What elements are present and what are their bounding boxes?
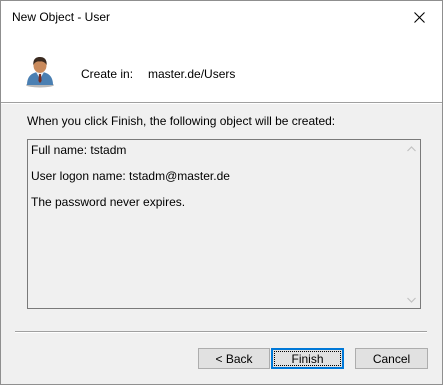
create-in-label: Create in: bbox=[81, 67, 134, 81]
summary-full-name: Full name: tstadm bbox=[31, 143, 127, 157]
create-in-path: master.de/Users bbox=[148, 67, 236, 81]
finish-button[interactable]: Finish bbox=[271, 348, 344, 369]
summary-textbox[interactable]: Full name: tstadm User logon name: tstad… bbox=[27, 139, 421, 309]
dialog-header: Create in: master.de/Users bbox=[1, 34, 442, 102]
scroll-up-button[interactable] bbox=[403, 140, 420, 157]
close-button[interactable] bbox=[397, 1, 442, 34]
chevron-up-icon bbox=[407, 145, 416, 151]
close-icon bbox=[414, 12, 425, 23]
chevron-down-icon bbox=[407, 297, 416, 303]
summary-logon-name: User logon name: tstadm@master.de bbox=[31, 169, 230, 183]
title-bar[interactable]: New Object - User bbox=[1, 1, 442, 34]
finish-button-label: Finish bbox=[291, 351, 324, 366]
back-button[interactable]: < Back bbox=[198, 348, 270, 369]
user-icon bbox=[26, 57, 54, 88]
summary-description: When you click Finish, the following obj… bbox=[27, 114, 336, 128]
vertical-scrollbar[interactable] bbox=[403, 140, 420, 308]
window-title: New Object - User bbox=[12, 10, 111, 24]
cancel-button[interactable]: Cancel bbox=[355, 348, 428, 369]
summary-password-policy: The password never expires. bbox=[31, 195, 186, 209]
new-object-user-dialog: New Object - User Create in: master.de/U… bbox=[0, 0, 443, 385]
header-separator bbox=[1, 102, 442, 104]
footer-separator bbox=[15, 331, 427, 333]
scroll-down-button[interactable] bbox=[403, 291, 420, 308]
